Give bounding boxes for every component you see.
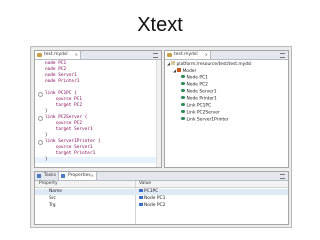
tree-node-model[interactable]: ◢ Model (173, 68, 196, 74)
property-name: Trg (49, 203, 56, 208)
bottom-tabbar: Tasks Properties ✕ (35, 172, 288, 181)
column-header-property[interactable]: Property (39, 181, 58, 187)
editor-pane: test.mydsl ✕ node PC1 node PC2 node Serv… (34, 50, 162, 168)
tree-node-item[interactable]: Link PC2Server (181, 109, 220, 116)
outline-tree: ◢ platform:/resource/test/test.mydsl ◢ Mod… (165, 60, 288, 167)
editor-scrollbar[interactable] (156, 60, 161, 167)
minimize-icon[interactable] (280, 174, 285, 179)
tree-node-item[interactable]: Link PC1PC (181, 102, 211, 109)
tree-node-item[interactable]: Node PC2 (181, 81, 208, 88)
column-header-value[interactable]: Value (139, 181, 151, 187)
element-icon (181, 102, 185, 106)
property-value: Node PC1 (139, 195, 165, 202)
tab-tasks[interactable]: Tasks (35, 172, 59, 180)
fold-icon[interactable] (38, 116, 43, 121)
close-icon[interactable]: ✕ (91, 172, 94, 180)
tree-node-item[interactable]: Node Server1 (181, 88, 217, 95)
resource-icon (171, 61, 175, 65)
property-value: PC1PC (139, 188, 158, 195)
code-line-current: } (35, 157, 161, 163)
tree-node-resource[interactable]: ◢ platform:/resource/test/test.mydsl (167, 61, 252, 67)
property-row[interactable]: Trg Node PC2 (35, 202, 288, 209)
element-icon (181, 95, 185, 99)
properties-icon (61, 174, 65, 178)
code-line: target PC2 (45, 103, 83, 108)
properties-header: Property Value (35, 181, 288, 188)
code-area[interactable]: node PC1 node PC2 node Server1 node Prin… (35, 60, 161, 167)
tree-node-item[interactable]: Link Server1Printer (181, 116, 229, 123)
model-icon (177, 68, 181, 72)
value-icon (139, 195, 143, 199)
close-icon[interactable]: ✕ (205, 51, 208, 59)
close-icon[interactable]: ✕ (75, 51, 78, 59)
fold-icon[interactable] (38, 140, 43, 145)
slide-title: Xtext (137, 14, 183, 36)
element-icon (181, 88, 185, 92)
file-icon (37, 53, 42, 57)
value-icon (139, 188, 143, 192)
element-icon (181, 116, 185, 120)
outline-pane: test.mydsl ✕ ◢ platform:/resource/test/te… (164, 50, 289, 168)
property-value: Node PC2 (139, 202, 165, 209)
element-icon (181, 74, 185, 78)
property-name: Name (49, 189, 62, 194)
minimize-icon[interactable] (153, 53, 158, 58)
outline-tab[interactable]: test.mydsl ✕ (165, 51, 211, 59)
code-line: node Printer1 (45, 79, 80, 84)
outline-tab-label: test.mydsl (174, 52, 198, 57)
element-icon (181, 81, 185, 85)
tree-node-item[interactable]: Node Printer1 (181, 95, 217, 102)
editor-tab[interactable]: test.mydsl ✕ (35, 51, 81, 59)
tree-node-item[interactable]: Node PC1 (181, 74, 208, 81)
ide-window: test.mydsl ✕ node PC1 node PC2 node Serv… (30, 46, 292, 228)
property-row[interactable]: Name PC1PC (35, 188, 288, 195)
value-icon (139, 202, 143, 206)
fold-icon[interactable] (38, 92, 43, 97)
code-line: target Server1 (45, 127, 93, 132)
editor-tabbar: test.mydsl ✕ (35, 51, 161, 60)
editor-tab-label: test.mydsl (44, 52, 68, 57)
property-row[interactable]: Src Node PC1 (35, 195, 288, 202)
tab-properties[interactable]: Properties ✕ (59, 172, 97, 180)
minimize-icon[interactable] (280, 53, 285, 58)
properties-pane: Tasks Properties ✕ Property Value Name P… (34, 171, 289, 225)
file-icon (167, 53, 172, 57)
element-icon (181, 109, 185, 113)
property-name: Src (49, 196, 56, 201)
outline-tabbar: test.mydsl ✕ (165, 51, 288, 60)
tasks-icon (37, 174, 41, 178)
